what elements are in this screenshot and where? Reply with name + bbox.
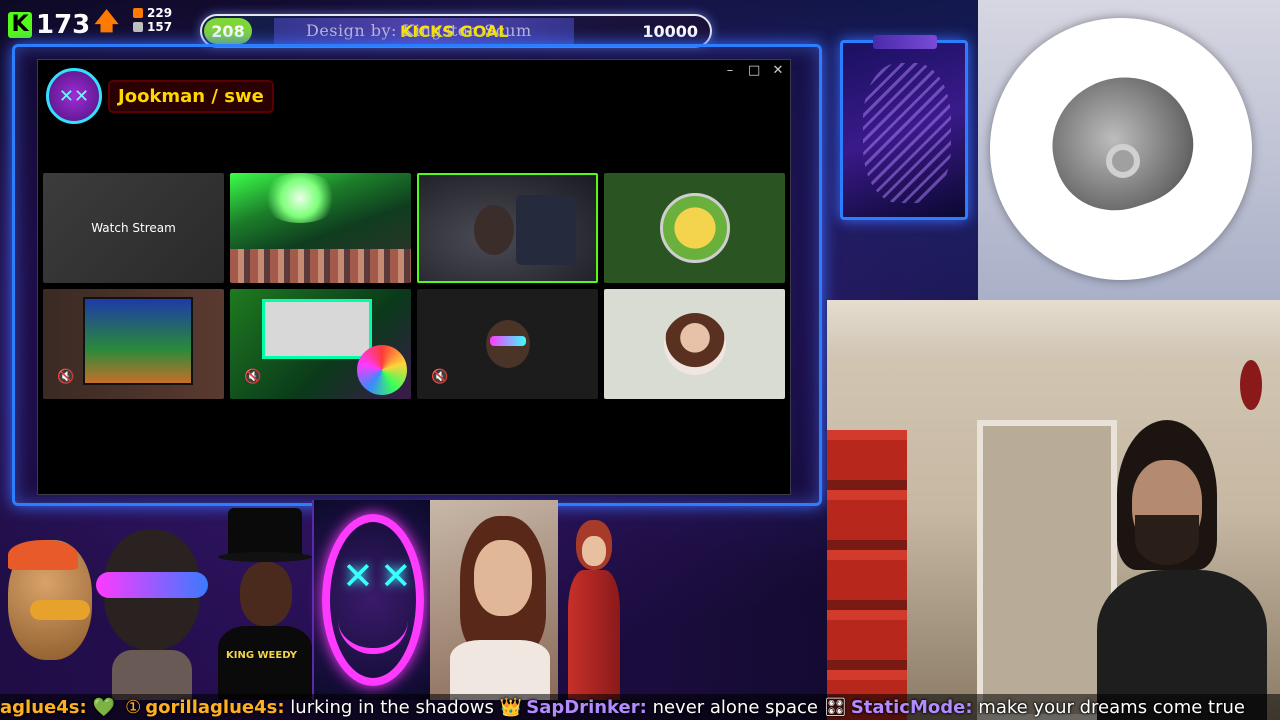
hat-man-avatar: KING WEEDY [218, 508, 312, 700]
goal-current-value: 208 [204, 18, 252, 44]
samurai-avatar [558, 500, 630, 700]
ticker-user: StaticMode: [850, 696, 973, 718]
muted-icon[interactable]: 🔇 [244, 369, 261, 385]
duck-avatar [0, 520, 100, 700]
stream-tile[interactable]: Watch Stream [43, 173, 224, 283]
woman-face [474, 540, 532, 616]
ticker-message: make your dreams come true [978, 696, 1245, 718]
kick-count-value: 173 [36, 9, 91, 40]
stream-preview [262, 299, 372, 359]
stream-preview [474, 205, 514, 255]
stream-tile[interactable] [604, 289, 785, 399]
muted-icon[interactable]: 🔇 [431, 369, 448, 385]
goal-label: KICKS GOAL [400, 22, 509, 41]
stat-a-value: 229 [147, 6, 173, 20]
spin-wheel-icon [357, 345, 407, 395]
chat-ticker: aglue4s: 💚 ① gorillaglue4s: lurking in t… [0, 694, 1280, 720]
disc-hole [1106, 144, 1140, 178]
user-avatar [663, 313, 726, 375]
top-hat-icon [228, 508, 302, 558]
hat-man-shirt: KING WEEDY [218, 626, 312, 700]
x-eyes-icon: ✕✕ [342, 554, 418, 598]
stream-tile[interactable]: 🔇 [43, 289, 224, 399]
woman-top [450, 640, 550, 700]
stream-preview [516, 195, 576, 265]
vinyl-disc-icon [990, 18, 1252, 280]
kick-logo-icon: K [8, 11, 32, 38]
monkey-avatar [485, 320, 530, 368]
samurai-face [582, 536, 606, 566]
shirt-text: KING WEEDY [226, 650, 298, 661]
stream-tile[interactable] [230, 173, 411, 283]
webcam-feed [827, 300, 1280, 720]
samurai-robe [568, 570, 620, 700]
channel-name[interactable]: Jookman / swe [110, 81, 272, 111]
stream-preview [230, 249, 411, 283]
duck-cap [8, 540, 78, 570]
ticker-user: SapDrinker: [526, 696, 647, 718]
ticker-message: never alone space [652, 696, 818, 718]
webcam-boxes [827, 430, 907, 720]
stream-tile[interactable]: 🔇 [417, 289, 598, 399]
streamer [1097, 420, 1267, 720]
webcam-ceiling [827, 300, 1280, 360]
stream-tile-active[interactable] [417, 173, 598, 283]
minimize-button[interactable]: – [724, 63, 736, 78]
stream-preview [83, 297, 193, 385]
woman-avatar [430, 500, 558, 700]
goal-target-value: 10000 [642, 22, 698, 41]
stream-tile[interactable]: 🔇 [230, 289, 411, 399]
user-icon [133, 22, 143, 32]
channel-header: ✕✕ Jookman / swe [46, 68, 272, 124]
webcam-closet [977, 420, 1117, 720]
stream-preview [260, 173, 340, 223]
streamer-beard [1135, 515, 1199, 565]
sunglasses-icon [96, 572, 208, 598]
album-art-face [1035, 59, 1209, 227]
kicks-goal-bar: 208 Design by: Kingston Scum KICKS GOAL … [200, 14, 712, 48]
green-heart-icon: 💚 [92, 696, 116, 718]
stat-b-value: 157 [147, 20, 173, 34]
window-controls: – □ ✕ [724, 63, 784, 78]
dna-decor-panel [840, 35, 968, 220]
crown-icon: 👑 [499, 696, 523, 718]
ticker-user: aglue4s: [0, 696, 87, 718]
webcam-guitar [1240, 360, 1262, 410]
neon-smiley-avatar: ✕✕ [312, 500, 430, 700]
arrow-up-icon: 🡅 [94, 7, 119, 35]
neon-ring [322, 514, 424, 686]
monkey-avatar [92, 500, 212, 700]
avatar-row: KING WEEDY ✕✕ [0, 500, 827, 700]
mini-stats: 229 157 [133, 6, 172, 34]
panel-tab-decor [873, 35, 937, 49]
dna-helix-icon [863, 63, 951, 203]
fire-icon [133, 8, 143, 18]
badge-icon: ① [125, 696, 142, 718]
hat-man-face [240, 562, 292, 626]
multistream-window: – □ ✕ ✕✕ Jookman / swe Watch Stream 🔇 🔇 [37, 59, 791, 495]
ticker-message: lurking in the shadows [290, 696, 494, 718]
channel-avatar[interactable]: ✕✕ [46, 68, 102, 124]
stream-tile[interactable] [604, 173, 785, 283]
kick-follower-count: K 173 🡅 [8, 4, 119, 45]
muted-icon[interactable]: 🔇 [57, 369, 74, 385]
pepe-avatar [659, 193, 730, 263]
hat-brim [218, 552, 312, 562]
music-disc-panel [978, 0, 1280, 300]
close-button[interactable]: ✕ [772, 63, 784, 78]
maximize-button[interactable]: □ [748, 63, 760, 78]
watch-stream-button[interactable]: Watch Stream [43, 173, 224, 283]
monkey-neck [112, 650, 192, 700]
duck-beak [30, 600, 90, 620]
stream-grid: Watch Stream 🔇 🔇 🔇 [43, 173, 787, 399]
mixer-icon: 🎛 [823, 696, 847, 718]
ticker-user: gorillaglue4s: [145, 696, 285, 718]
